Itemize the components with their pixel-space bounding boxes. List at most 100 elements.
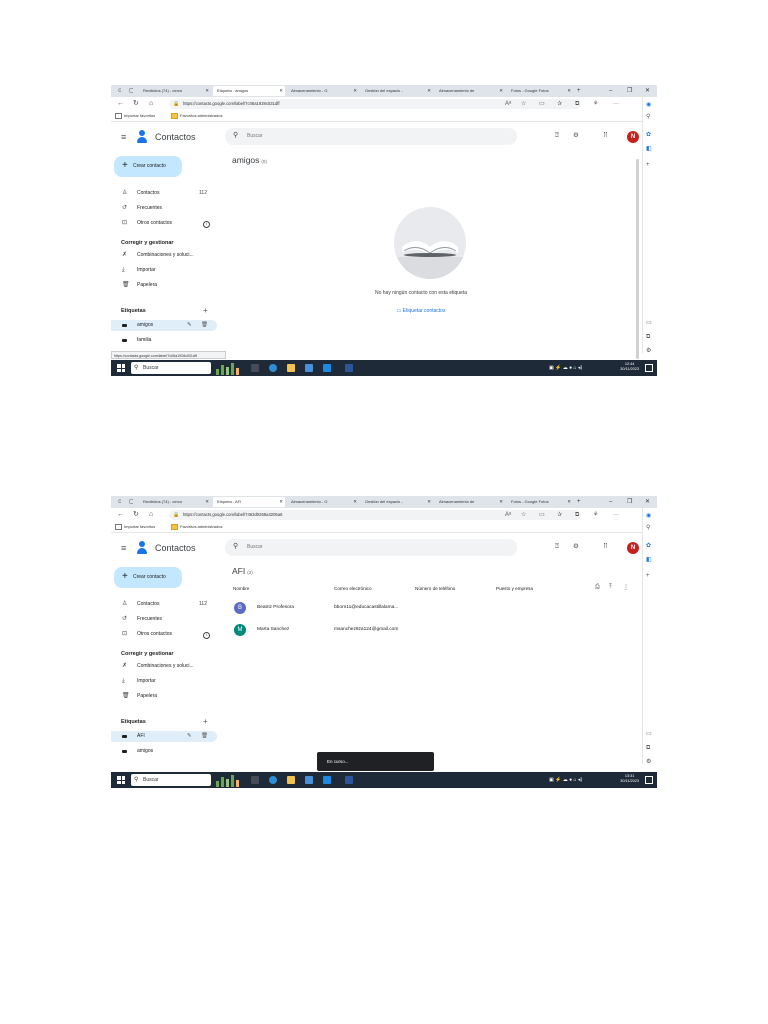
edge-taskbar-icon[interactable]	[269, 776, 277, 784]
edge-taskbar-icon[interactable]	[269, 364, 277, 372]
sidebar-item-other-contacts[interactable]: ⊡ Otros contactos i	[111, 218, 221, 229]
tab-gmail[interactable]: Recibidos (74) - cerco ✕	[139, 86, 211, 96]
add-icon[interactable]: +	[646, 161, 650, 169]
favorites-icon[interactable]: ✰	[557, 99, 562, 109]
external-link-icon[interactable]: ⧉	[646, 333, 650, 341]
managed-favorites-folder[interactable]: Favoritos administrados	[171, 111, 222, 121]
tab-space[interactable]: Gestión del espacio - ✕	[361, 497, 433, 507]
clock[interactable]: 12:44 30/11/2023	[620, 362, 639, 372]
copilot-icon[interactable]: ◉	[646, 512, 651, 520]
sidebar-layout-icon[interactable]: ▭	[646, 730, 652, 738]
close-icon[interactable]: ✕	[279, 497, 283, 507]
sidebar-item-import[interactable]: ⤓ Importar	[111, 265, 221, 276]
collections-icon[interactable]: ⧉	[575, 510, 579, 520]
create-contact-button[interactable]: + Crear contacto	[114, 567, 182, 588]
home-icon[interactable]: ⌂	[149, 98, 153, 110]
restore-icon[interactable]: ❐	[627, 496, 632, 508]
taskbar-search[interactable]: ⚲ Buscar	[131, 362, 211, 374]
tab-photos[interactable]: Fotos - Google Fotos ✕	[507, 497, 573, 507]
notifications-icon[interactable]	[645, 776, 653, 784]
sidebar-item-merge[interactable]: ✗ Combinaciones y soluci...	[111, 250, 221, 261]
close-icon[interactable]: ✕	[353, 86, 357, 96]
window-close-icon[interactable]: ✕	[645, 496, 650, 508]
home-icon[interactable]: ⌂	[149, 509, 153, 521]
notifications-icon[interactable]	[645, 364, 653, 372]
close-icon[interactable]: ✕	[205, 86, 209, 96]
column-header-email[interactable]: Correo electrónico	[334, 586, 372, 591]
delete-icon[interactable]: 🗑	[201, 320, 208, 331]
store-icon[interactable]	[305, 776, 313, 784]
system-tray-icons[interactable]: ▣ ⚡ ☁ ● ⌂ ◂)	[549, 775, 582, 785]
new-tab-button[interactable]: +	[577, 85, 581, 97]
tab-contacts[interactable]: Etiqueta - amigos ✕	[213, 86, 285, 96]
read-aloud-icon[interactable]: Aᵃ	[505, 99, 511, 109]
task-view-icon[interactable]	[251, 776, 259, 784]
search-bar[interactable]: ⚲ Buscar	[225, 128, 517, 145]
more-menu-icon[interactable]: ···	[613, 99, 619, 109]
table-row[interactable]: M Marta Sanchez msanchez8za124@gmail.com	[227, 622, 637, 640]
sidebar-settings-icon[interactable]: ⚙	[646, 758, 651, 766]
split-screen-icon[interactable]: ▭	[539, 510, 545, 520]
edit-pencil-icon[interactable]: ✎	[187, 320, 192, 331]
address-bar[interactable]: 🔒 https://contacts.google.com/label/7463d…	[169, 510, 581, 520]
taskbar-search[interactable]: ⚲ Buscar	[131, 774, 211, 786]
tab-gmail[interactable]: Recibidos (74) - cerco ✕	[139, 497, 211, 507]
create-contact-button[interactable]: + Crear contacto	[114, 156, 182, 177]
import-favorites-link[interactable]: Importar favoritos	[115, 111, 155, 121]
search-icon[interactable]: ⚲	[646, 524, 650, 532]
new-tab-button[interactable]: +	[577, 496, 581, 508]
favorite-star-icon[interactable]: ☆	[521, 510, 526, 520]
windows-start-icon[interactable]	[117, 776, 125, 784]
help-icon[interactable]: ⍰	[555, 542, 559, 552]
sidebar-item-trash[interactable]: 🗑 Papelera	[111, 280, 221, 291]
profile-icon[interactable]: ☺	[113, 497, 121, 507]
shopping-icon[interactable]: ✿	[646, 542, 651, 550]
widgets-icon[interactable]	[215, 774, 243, 787]
sidebar-item-other-contacts[interactable]: ⊡ Otros contactos i	[111, 629, 221, 640]
sidebar-label-amigos[interactable]: amigos	[111, 746, 221, 757]
sidebar-layout-icon[interactable]: ▭	[646, 319, 652, 327]
sidebar-item-frequent[interactable]: ↺ Frecuentes	[111, 614, 221, 625]
widgets-icon[interactable]	[215, 362, 243, 375]
file-explorer-icon[interactable]	[287, 364, 295, 372]
store-icon[interactable]	[305, 364, 313, 372]
collections-icon[interactable]: ⧉	[575, 99, 579, 109]
hamburger-menu-icon[interactable]: ≡	[121, 543, 126, 553]
extensions-icon[interactable]: ⚘	[593, 510, 598, 520]
extensions-icon[interactable]: ⚘	[593, 99, 598, 109]
sidebar-item-contacts[interactable]: ♙ Contactos 112	[111, 188, 221, 199]
outlook-icon[interactable]: ◧	[646, 556, 652, 564]
settings-gear-icon[interactable]: ⚙	[573, 131, 579, 141]
minimize-icon[interactable]: –	[609, 496, 612, 508]
info-icon[interactable]: i	[203, 632, 210, 639]
tab-actions-icon[interactable]: ▢	[125, 86, 133, 96]
tab-contacts[interactable]: Etiqueta - AFI ✕	[213, 497, 285, 507]
outlook-icon[interactable]: ◧	[646, 145, 652, 153]
external-link-icon[interactable]: ⧉	[646, 744, 650, 752]
avatar[interactable]: N	[627, 131, 639, 143]
sidebar-label-afi[interactable]: AFI ✎ 🗑	[111, 731, 217, 742]
tab-photos[interactable]: Fotos - Google Fotos ✕	[507, 86, 573, 96]
favorite-star-icon[interactable]: ☆	[521, 99, 526, 109]
address-bar[interactable]: 🔒 https://contacts.google.com/label/7c06a…	[169, 99, 581, 109]
profile-icon[interactable]: ☺	[113, 86, 121, 96]
minimize-icon[interactable]: –	[609, 85, 612, 97]
task-view-icon[interactable]	[251, 364, 259, 372]
restore-icon[interactable]: ❐	[627, 85, 632, 97]
tab-drive[interactable]: Almacenamiento - G ✕	[287, 497, 359, 507]
delete-icon[interactable]: 🗑	[201, 731, 208, 742]
favorites-icon[interactable]: ✰	[557, 510, 562, 520]
export-icon[interactable]: ⤒	[609, 584, 612, 591]
tab-actions-icon[interactable]: ▢	[125, 497, 133, 507]
shopping-icon[interactable]: ✿	[646, 131, 651, 139]
column-header-phone[interactable]: Número de teléfono	[415, 586, 455, 591]
hamburger-menu-icon[interactable]: ≡	[121, 132, 126, 142]
clock[interactable]: 13:31 30/11/2023	[620, 774, 639, 784]
search-icon[interactable]: ⚲	[646, 113, 650, 121]
add-label-icon[interactable]: +	[203, 717, 208, 726]
apps-grid-icon[interactable]: ⠿	[603, 542, 608, 552]
more-vert-icon[interactable]: ⋮	[623, 584, 629, 591]
scrollbar[interactable]	[636, 159, 639, 359]
edit-pencil-icon[interactable]: ✎	[187, 731, 192, 742]
system-tray-icons[interactable]: ▣ ⚡ ☁ ● ⌂ ◂)	[549, 363, 582, 373]
